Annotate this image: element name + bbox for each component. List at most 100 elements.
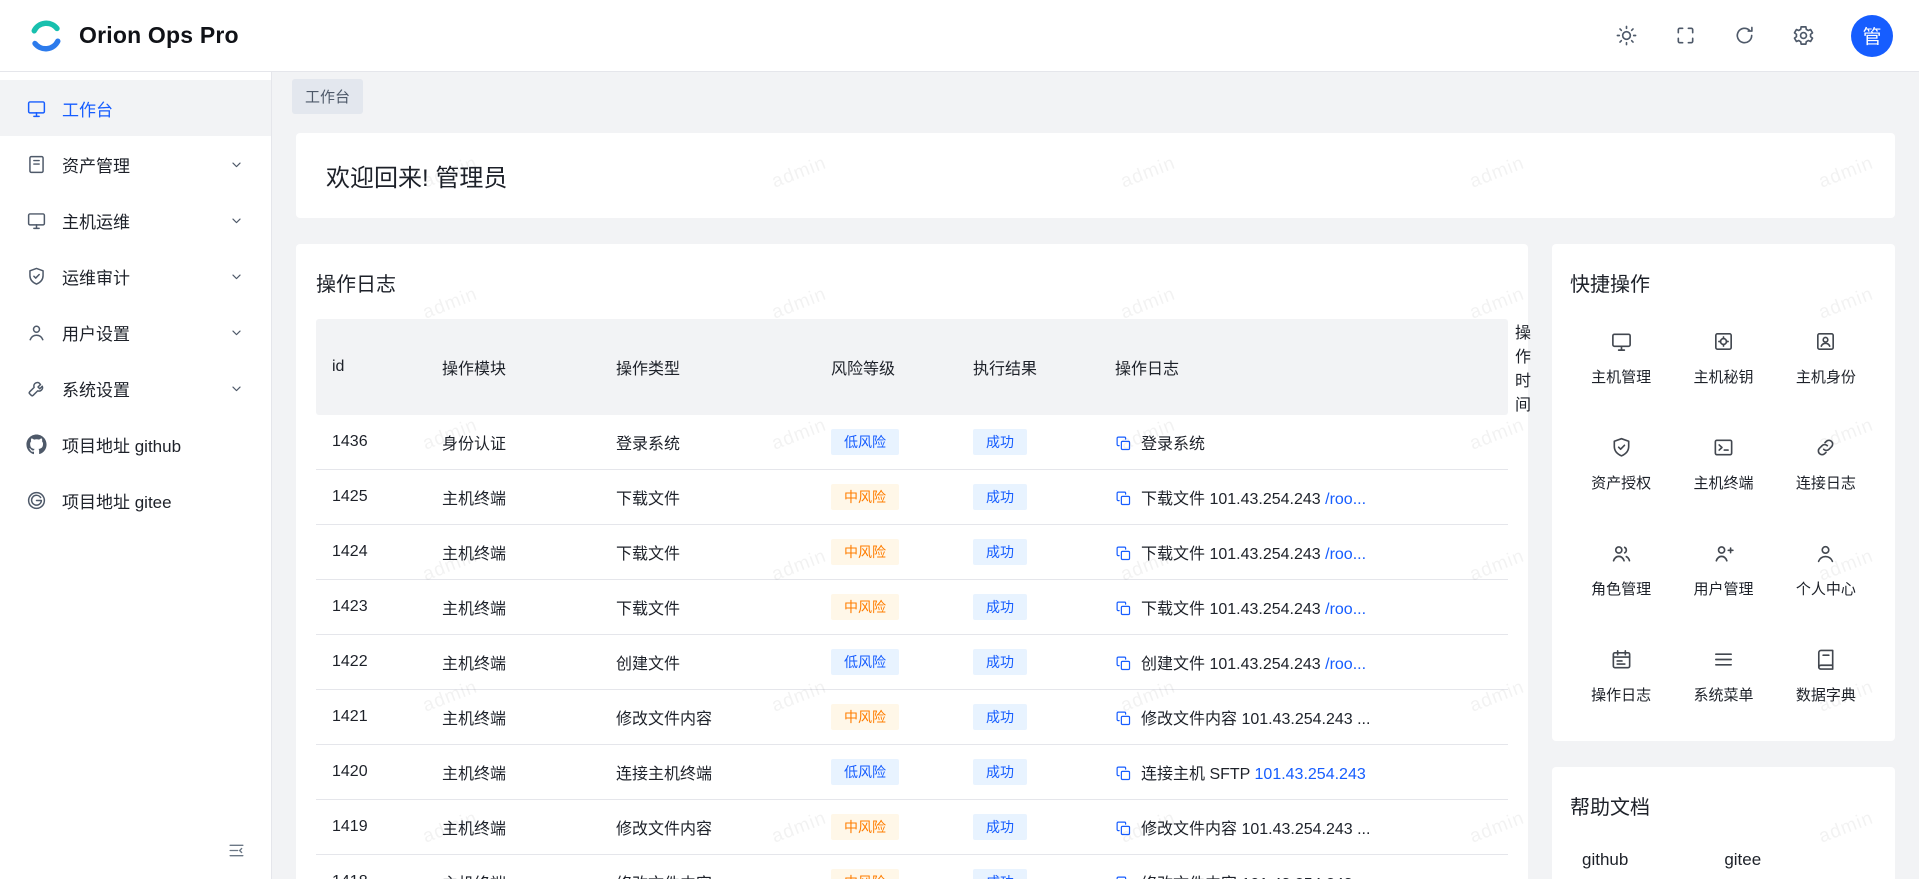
copy-icon[interactable] — [1115, 655, 1132, 672]
cell-module: 主机终端 — [426, 580, 600, 635]
quick-action-item[interactable]: 主机管理 — [1570, 305, 1672, 411]
quick-action-item[interactable]: 个人中心 — [1775, 517, 1877, 623]
cell-id: 1422 — [316, 635, 426, 690]
quick-action-item[interactable]: 用户管理 — [1672, 517, 1774, 623]
cell-log: 修改文件内容 101.43.254.243 ... — [1099, 855, 1499, 879]
gitee-icon — [26, 490, 47, 511]
collapse-sidebar-button[interactable] — [221, 835, 251, 865]
log-link[interactable]: /roo... — [1325, 491, 1366, 508]
sidebar-item[interactable]: 项目地址 gitee — [0, 472, 271, 528]
quick-action-label: 主机秘钥 — [1693, 366, 1753, 387]
cell-type: 创建文件 — [600, 635, 815, 690]
quick-action-item[interactable]: 操作日志 — [1570, 623, 1672, 729]
user-avatar[interactable]: 管 — [1851, 15, 1893, 57]
cell-type: 下载文件 — [600, 580, 815, 635]
menu-fold-icon — [227, 841, 246, 860]
id-badge-icon — [1814, 330, 1837, 353]
fullscreen-icon[interactable] — [1674, 24, 1697, 47]
welcome-message: 欢迎回来! 管理员 — [326, 158, 1865, 193]
cell-time: 2024-02-25 19:22:24 — [1499, 635, 1508, 690]
log-text: 下载文件 101.43.254.243 — [1141, 491, 1321, 508]
chevron-down-icon — [228, 324, 245, 341]
cell-time: 2024-02-25 19:20:47 — [1499, 690, 1508, 745]
sidebar-item[interactable]: 主机运维 — [0, 192, 271, 248]
risk-badge: 低风险 — [831, 649, 899, 676]
cell-module: 主机终端 — [426, 470, 600, 525]
sidebar-item-label: 项目地址 github — [62, 432, 245, 457]
quick-action-item[interactable]: 资产授权 — [1570, 411, 1672, 517]
sidebar-item[interactable]: 项目地址 github — [0, 416, 271, 472]
gear-icon[interactable] — [1792, 24, 1815, 47]
table-row: 1419主机终端修改文件内容中风险成功修改文件内容 101.43.254.243… — [316, 800, 1508, 855]
cell-log: 下载文件 101.43.254.243 /roo... — [1099, 580, 1499, 635]
cell-id: 1423 — [316, 580, 426, 635]
quick-action-label: 系统菜单 — [1693, 684, 1753, 705]
help-docs-title: 帮助文档 — [1570, 791, 1877, 820]
cell-module: 主机终端 — [426, 745, 600, 800]
app-title: Orion Ops Pro — [79, 22, 239, 49]
help-link-gitee[interactable]: gitee — [1724, 850, 1761, 870]
log-link[interactable]: /roo... — [1325, 656, 1366, 673]
refresh-icon[interactable] — [1733, 24, 1756, 47]
user-add-icon — [1712, 542, 1735, 565]
tab-workbench[interactable]: 工作台 — [292, 79, 363, 114]
github-icon — [26, 434, 47, 455]
main-area: 工作台 欢迎回来! 管理员 操作日志 id操作模块操作类型风险等级执行结果操作日… — [272, 72, 1919, 879]
column-header: 操作日志 — [1099, 319, 1499, 415]
terminal-icon — [1712, 436, 1735, 459]
log-text: 下载文件 101.43.254.243 — [1141, 601, 1321, 618]
quick-action-item[interactable]: 数据字典 — [1775, 623, 1877, 729]
copy-icon[interactable] — [1115, 710, 1132, 727]
quick-action-item[interactable]: 主机秘钥 — [1672, 305, 1774, 411]
table-row: 1424主机终端下载文件中风险成功下载文件 101.43.254.243 /ro… — [316, 525, 1508, 580]
copy-icon[interactable] — [1115, 820, 1132, 837]
sun-icon[interactable] — [1615, 24, 1638, 47]
copy-icon[interactable] — [1115, 435, 1132, 452]
link-icon — [1814, 436, 1837, 459]
column-header: id — [316, 319, 426, 415]
sidebar-item[interactable]: 用户设置 — [0, 304, 271, 360]
chevron-down-icon — [228, 380, 245, 397]
cell-log: 登录系统 — [1099, 415, 1499, 470]
cell-type: 下载文件 — [600, 525, 815, 580]
quick-action-item[interactable]: 系统菜单 — [1672, 623, 1774, 729]
copy-icon[interactable] — [1115, 490, 1132, 507]
sidebar-item-label: 资产管理 — [62, 152, 213, 177]
column-header: 操作时间 — [1499, 319, 1508, 415]
log-link[interactable]: /roo... — [1325, 546, 1366, 563]
orion-logo-icon — [26, 16, 66, 56]
result-badge: 成功 — [973, 759, 1027, 786]
sidebar-item[interactable]: 资产管理 — [0, 136, 271, 192]
risk-badge: 中风险 — [831, 814, 899, 841]
sidebar-item[interactable]: 运维审计 — [0, 248, 271, 304]
quick-action-item[interactable]: 主机身份 — [1775, 305, 1877, 411]
quick-action-item[interactable]: 角色管理 — [1570, 517, 1672, 623]
cell-log: 修改文件内容 101.43.254.243 ... — [1099, 690, 1499, 745]
safe-icon — [1712, 330, 1735, 353]
sidebar-item[interactable]: 工作台 — [0, 80, 271, 136]
quick-action-label: 连接日志 — [1796, 472, 1856, 493]
result-badge: 成功 — [973, 869, 1027, 879]
log-text: 修改文件内容 101.43.254.243 ... — [1141, 821, 1370, 838]
risk-badge: 中风险 — [831, 869, 899, 879]
log-link[interactable]: /roo... — [1325, 601, 1366, 618]
quick-action-label: 主机终端 — [1693, 472, 1753, 493]
risk-badge: 中风险 — [831, 594, 899, 621]
chevron-down-icon — [228, 156, 245, 173]
copy-icon[interactable] — [1115, 875, 1132, 879]
log-link[interactable]: 101.43.254.243 — [1255, 766, 1366, 783]
cell-time: 2024-02-25 19:19:27 — [1499, 800, 1508, 855]
copy-icon[interactable] — [1115, 765, 1132, 782]
user-icon — [1814, 542, 1837, 565]
sidebar-item[interactable]: 系统设置 — [0, 360, 271, 416]
table-row: 1425主机终端下载文件中风险成功下载文件 101.43.254.243 /ro… — [316, 470, 1508, 525]
result-badge: 成功 — [973, 704, 1027, 731]
help-link-github[interactable]: github — [1582, 850, 1628, 870]
cell-module: 主机终端 — [426, 525, 600, 580]
cell-type: 修改文件内容 — [600, 690, 815, 745]
copy-icon[interactable] — [1115, 545, 1132, 562]
quick-action-item[interactable]: 连接日志 — [1775, 411, 1877, 517]
copy-icon[interactable] — [1115, 600, 1132, 617]
users-icon — [1610, 542, 1633, 565]
quick-action-item[interactable]: 主机终端 — [1672, 411, 1774, 517]
